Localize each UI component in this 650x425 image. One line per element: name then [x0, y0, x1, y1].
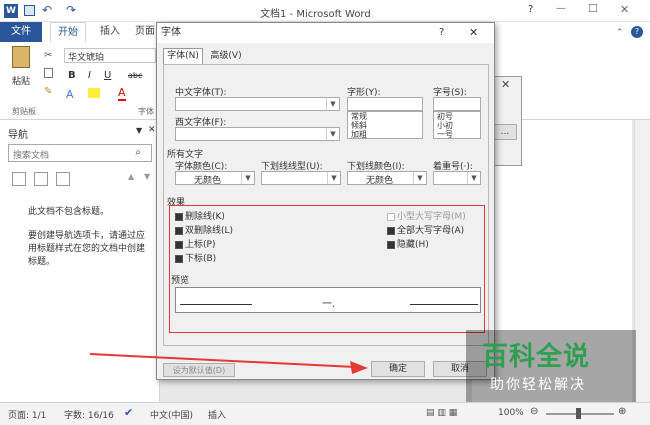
watermark-title: 百科全说 — [482, 342, 591, 372]
watermark-subtitle: 助你轻松解决 — [490, 377, 586, 393]
